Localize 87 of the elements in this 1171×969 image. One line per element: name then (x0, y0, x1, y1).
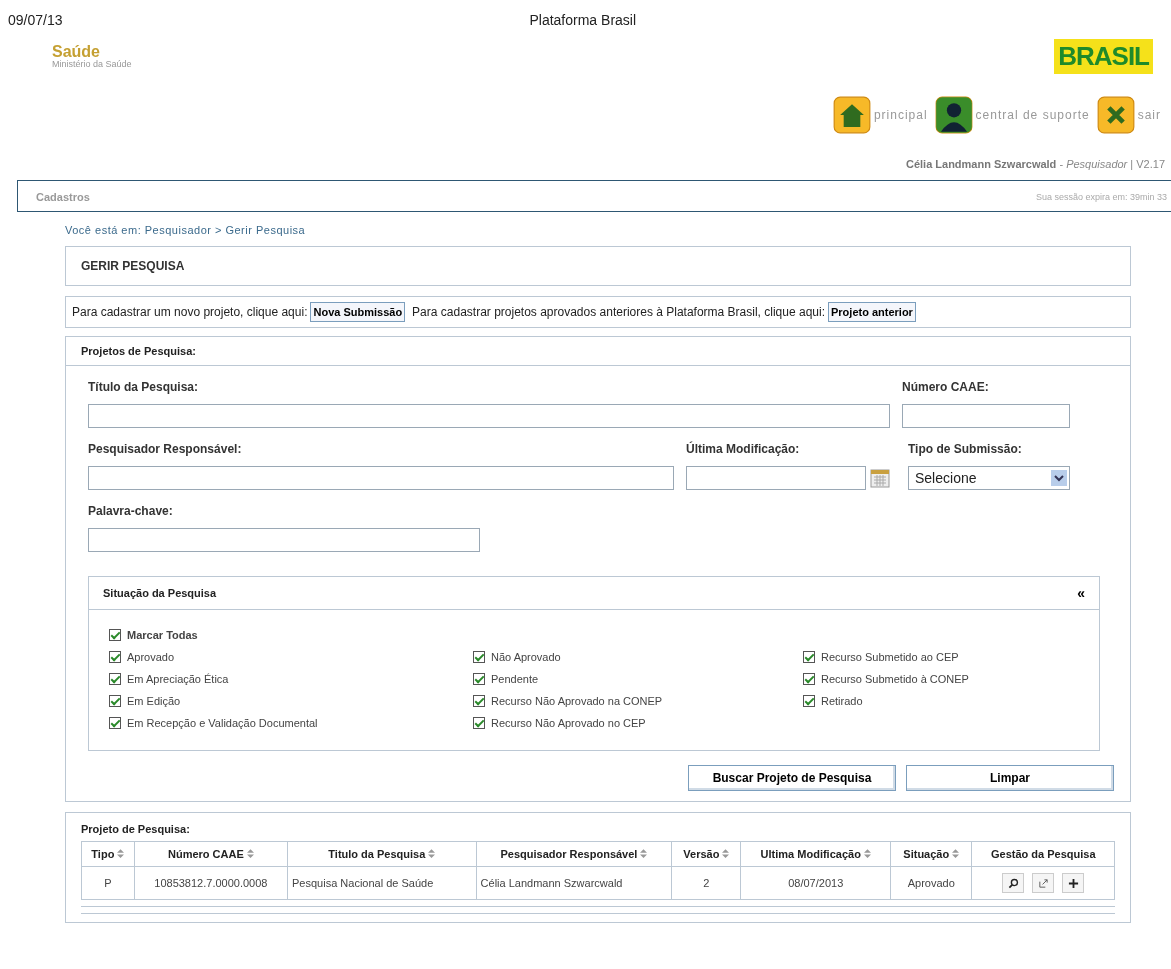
sort-icon[interactable] (117, 849, 125, 858)
checkbox-label: Recurso Submetido à CONEP (821, 673, 969, 685)
checkbox[interactable] (803, 673, 815, 685)
sort-icon[interactable] (722, 849, 730, 858)
column-header[interactable]: Número CAAE (134, 841, 288, 867)
instruction-text: Para cadastrar projetos aprovados anteriores à Plataforma Brasil, clique aqui: (412, 305, 825, 319)
checkbox[interactable] (109, 673, 121, 685)
field-label: Pesquisador Responsável: (88, 442, 243, 456)
brasil-logo: BRASIL (1054, 38, 1153, 74)
person-icon[interactable] (934, 96, 973, 134)
checkbox[interactable] (803, 695, 815, 707)
column-header[interactable]: Ultima Modificação (740, 841, 891, 867)
checkbox-label: Recurso Não Aprovado no CEP (491, 717, 646, 729)
field-label: Tipo de Submissão: (908, 442, 1023, 456)
table-cell: 08/07/2013 (740, 866, 891, 900)
sort-icon[interactable] (863, 849, 871, 858)
submit-button[interactable]: Projeto anterior (828, 302, 916, 322)
checkbox-label: Em Recepção e Validação Documental (127, 717, 318, 729)
page-header-title: Plataforma Brasil (529, 12, 637, 28)
checkbox-label: Recurso Não Aprovado na CONEP (491, 695, 663, 707)
print-date: 09/07/13 (8, 12, 63, 28)
close-icon[interactable] (1096, 96, 1135, 134)
checkbox[interactable] (473, 695, 485, 707)
checkbox-label: Marcar Todas (127, 629, 198, 641)
health-logo-subtitle: Ministério da Saúde (52, 59, 132, 69)
panel-title: Situação da Pesquisa (103, 587, 217, 599)
column-header[interactable]: Versão (671, 841, 741, 867)
keyword-field[interactable] (88, 528, 480, 552)
table-cell: 2 (671, 866, 741, 900)
table-cell: Aprovado (890, 866, 972, 900)
action-button[interactable]: Limpar (906, 765, 1114, 791)
session-timer: Sua sessão expira em: 39min 33 (1035, 192, 1167, 202)
column-header[interactable]: Pesquisador Responsável (476, 841, 672, 867)
checkbox-label: Aprovado (127, 651, 175, 663)
search-button[interactable] (1002, 873, 1025, 893)
instruction-text: Para cadastrar um novo projeto, clique aqui: (72, 305, 308, 319)
researcher-field[interactable] (88, 466, 674, 490)
title-field[interactable] (88, 404, 890, 428)
user-info: Célia Landmann Szwarcwald - Pesquisador | V2.17 (905, 158, 1165, 170)
checkbox-label: Pendente (491, 673, 539, 685)
external-link-icon (1037, 877, 1049, 889)
checkbox[interactable] (109, 629, 121, 641)
checkbox-label: Retirado (821, 695, 863, 707)
field-label: Última Modificação: (686, 442, 801, 456)
checkbox[interactable] (473, 717, 485, 729)
checkbox-label: Recurso Submetido ao CEP (821, 651, 959, 663)
column-header[interactable]: Situação (890, 841, 972, 867)
add-button[interactable] (1062, 873, 1085, 893)
house-icon[interactable] (832, 96, 871, 134)
date-field[interactable] (686, 466, 866, 490)
sort-icon[interactable] (428, 849, 436, 858)
sort-icon[interactable] (246, 849, 254, 858)
table-cell: 10853812.7.0000.0008 (134, 866, 288, 900)
checkbox[interactable] (109, 651, 121, 663)
column-header[interactable]: Tipo (81, 841, 135, 867)
search-icon (1007, 877, 1019, 889)
submit-button[interactable]: Nova Submissão (310, 302, 406, 322)
table-cell: Célia Landmann Szwarcwald (476, 866, 672, 900)
sort-icon[interactable] (640, 849, 648, 858)
sort-icon[interactable] (952, 849, 960, 858)
action-button[interactable]: Buscar Projeto de Pesquisa (688, 765, 896, 791)
submission-type-select[interactable]: Selecione (908, 466, 1070, 490)
checkbox[interactable] (803, 651, 815, 663)
column-header[interactable]: Titulo da Pesquisa (287, 841, 477, 867)
breadcrumb: Você está em: Pesquisador > Gerir Pesquisa (65, 224, 307, 236)
table-cell: P (81, 866, 135, 900)
checkbox-label: Não Aprovado (491, 651, 561, 663)
column-header[interactable]: Gestão da Pesquisa (971, 841, 1115, 867)
field-label: Palavra-chave: (88, 504, 174, 518)
health-logo-title: Saúde (52, 43, 101, 60)
field-label: Número CAAE: (902, 380, 990, 394)
caret-icon[interactable] (1051, 470, 1067, 486)
external-link-button[interactable] (1032, 873, 1055, 893)
checkbox[interactable] (109, 695, 121, 707)
checkbox[interactable] (473, 673, 485, 685)
checkbox-label: Em Edição (127, 695, 181, 707)
checkbox[interactable] (109, 717, 121, 729)
plus-icon (1067, 877, 1079, 889)
checkbox[interactable] (473, 651, 485, 663)
section-title: Projeto de Pesquisa: (80, 822, 191, 837)
checkbox-label: Em Apreciação Ética (127, 673, 229, 685)
table-cell: Pesquisa Nacional de Saúde (287, 866, 477, 900)
collapse-button[interactable]: « (1077, 585, 1085, 601)
caae-field[interactable] (902, 404, 1070, 428)
field-label: Título da Pesquisa: (88, 380, 199, 394)
section-title: Projetos de Pesquisa: (66, 337, 1130, 366)
page-title: GERIR PESQUISA (81, 259, 185, 273)
